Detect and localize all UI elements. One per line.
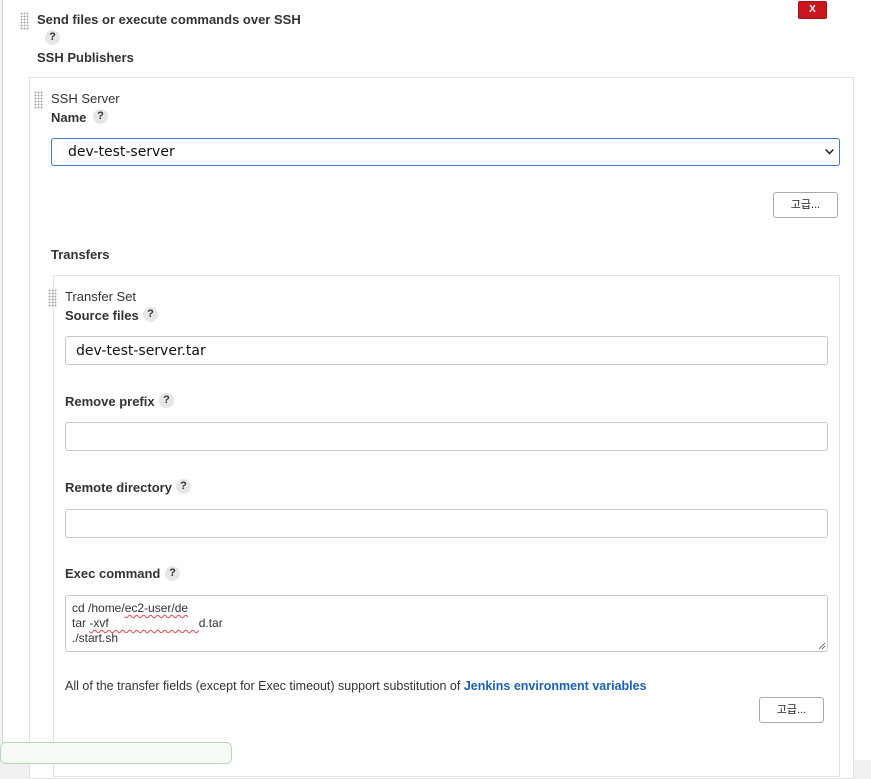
transfers-label: Transfers [51,247,110,262]
help-icon[interactable]: ? [45,30,60,45]
server-advanced-button[interactable]: 고급... [773,192,838,218]
source-files-label: Source files [65,308,139,323]
section-title: Send files or execute commands over SSH [37,12,301,27]
remote-directory-label: Remote directory [65,480,172,495]
resize-handle-icon[interactable] [818,642,826,650]
transfer-advanced-button[interactable]: 고급... [759,697,824,723]
help-icon[interactable]: ? [159,393,174,408]
ssh-publishers-label: SSH Publishers [37,50,134,65]
remote-directory-input[interactable] [65,509,828,538]
name-label: Name [51,110,87,125]
help-icon[interactable]: ? [143,307,158,322]
help-icon[interactable]: ? [165,566,180,581]
substitution-note: All of the transfer fields (except for E… [65,679,647,693]
delete-button[interactable]: X [798,1,827,19]
exec-command-textarea[interactable]: cd /home/ec2-user/de tar -xvf d.tar ./st… [65,595,828,652]
drag-handle-icon[interactable] [20,12,29,30]
ssh-server-title: SSH Server [51,91,120,106]
help-icon[interactable]: ? [176,479,191,494]
remove-prefix-label: Remove prefix [65,394,155,409]
drag-handle-icon[interactable] [48,289,57,307]
command-line: ./start.sh [72,631,119,645]
exec-command-label: Exec command [65,566,161,581]
command-line: tar -xvf d.tar [72,616,223,630]
help-icon[interactable]: ? [93,109,108,124]
notification-bar [0,742,232,764]
jenkins-env-vars-link[interactable]: Jenkins environment variables [464,679,647,693]
drag-handle-icon[interactable] [34,91,43,109]
source-files-input[interactable]: dev-test-server.tar [65,336,828,365]
transfer-set-title: Transfer Set [65,289,137,304]
selected-server: dev-test-server [68,144,175,160]
chevron-down-icon [825,148,834,155]
command-line: cd /home/ec2-user/de [72,601,189,615]
server-name-select[interactable]: dev-test-server [51,138,840,166]
remove-prefix-input[interactable] [65,422,828,451]
